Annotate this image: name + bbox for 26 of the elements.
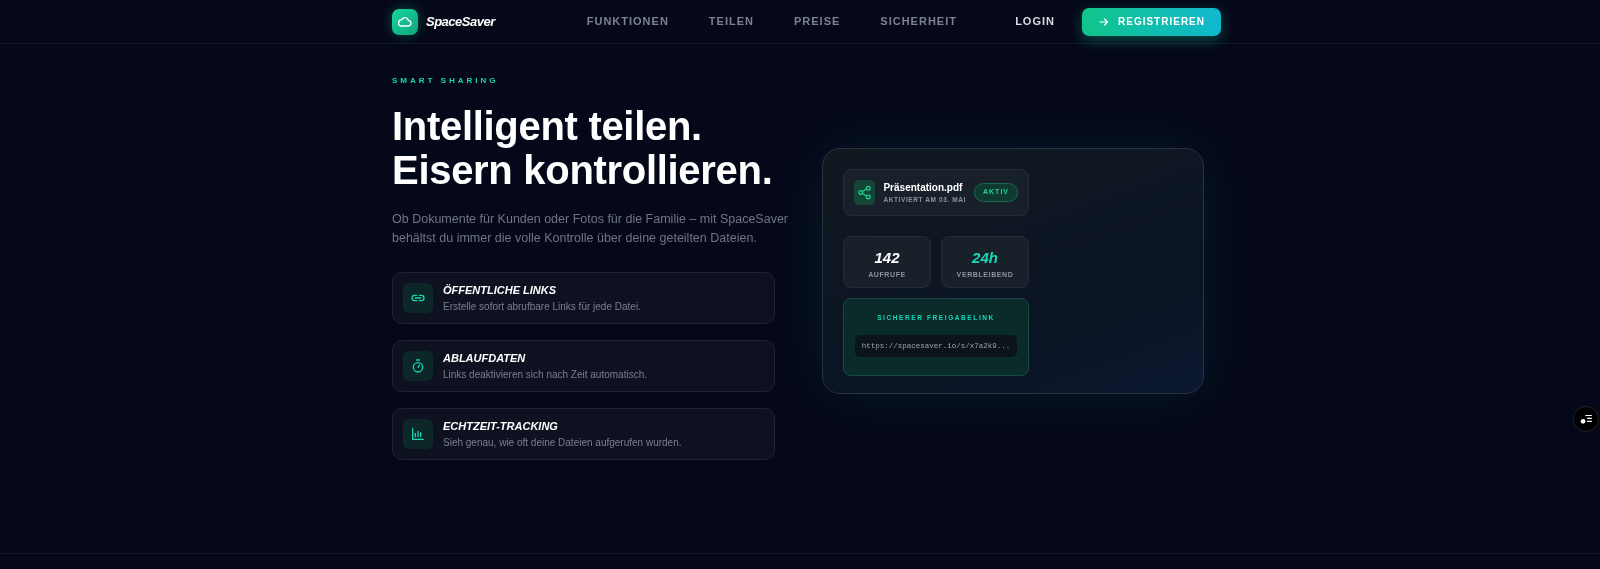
list-settings-icon	[1579, 412, 1593, 426]
nav-link[interactable]: FUNKTIONEN	[586, 13, 669, 30]
nav-link[interactable]: TEILEN	[708, 13, 754, 30]
feature-title: ÖFFENTLICHE LINKS	[443, 283, 558, 299]
feature-title: ABLAUFDATEN	[443, 351, 527, 367]
headline: Eisern kontrollieren.	[392, 148, 774, 192]
logo[interactable]	[392, 8, 418, 35]
stopwatch-icon	[410, 358, 426, 374]
feature-title: ECHTZEIT-TRACKING	[443, 419, 559, 435]
share-icon	[857, 185, 873, 200]
feature-description: Links deaktivieren sich nach Zeit automatisch.	[443, 367, 647, 382]
headline: Intelligent teilen.	[392, 104, 703, 148]
stat-value: 142	[873, 248, 901, 268]
settings-button[interactable]	[1573, 406, 1599, 432]
eyebrow-text: SMART SHARING	[392, 75, 500, 87]
bar-chart-icon	[410, 426, 426, 442]
file-name: Präsentation.pdf	[883, 181, 964, 196]
feature-description: Erstelle sofort abrufbare Links für jede Datei.	[443, 299, 641, 314]
login-button[interactable]: LOGIN	[1015, 13, 1055, 30]
arrow-right-icon	[1098, 15, 1110, 28]
brand-name: SpaceSaver	[426, 12, 495, 31]
nav-link[interactable]: SICHERHEIT	[880, 13, 957, 30]
stat-value: 24h	[971, 248, 999, 268]
lead-paragraph: Ob Dokumente für Kunden oder Fotos für die Familie – mit SpaceSaver behältst du immer die volle Kontrolle über deine geteilten Dateien.	[392, 211, 790, 247]
feature-description: Sieh genau, wie oft deine Dateien aufgerufen wurden.	[443, 435, 682, 450]
nav-link[interactable]: PREISE	[793, 13, 841, 30]
